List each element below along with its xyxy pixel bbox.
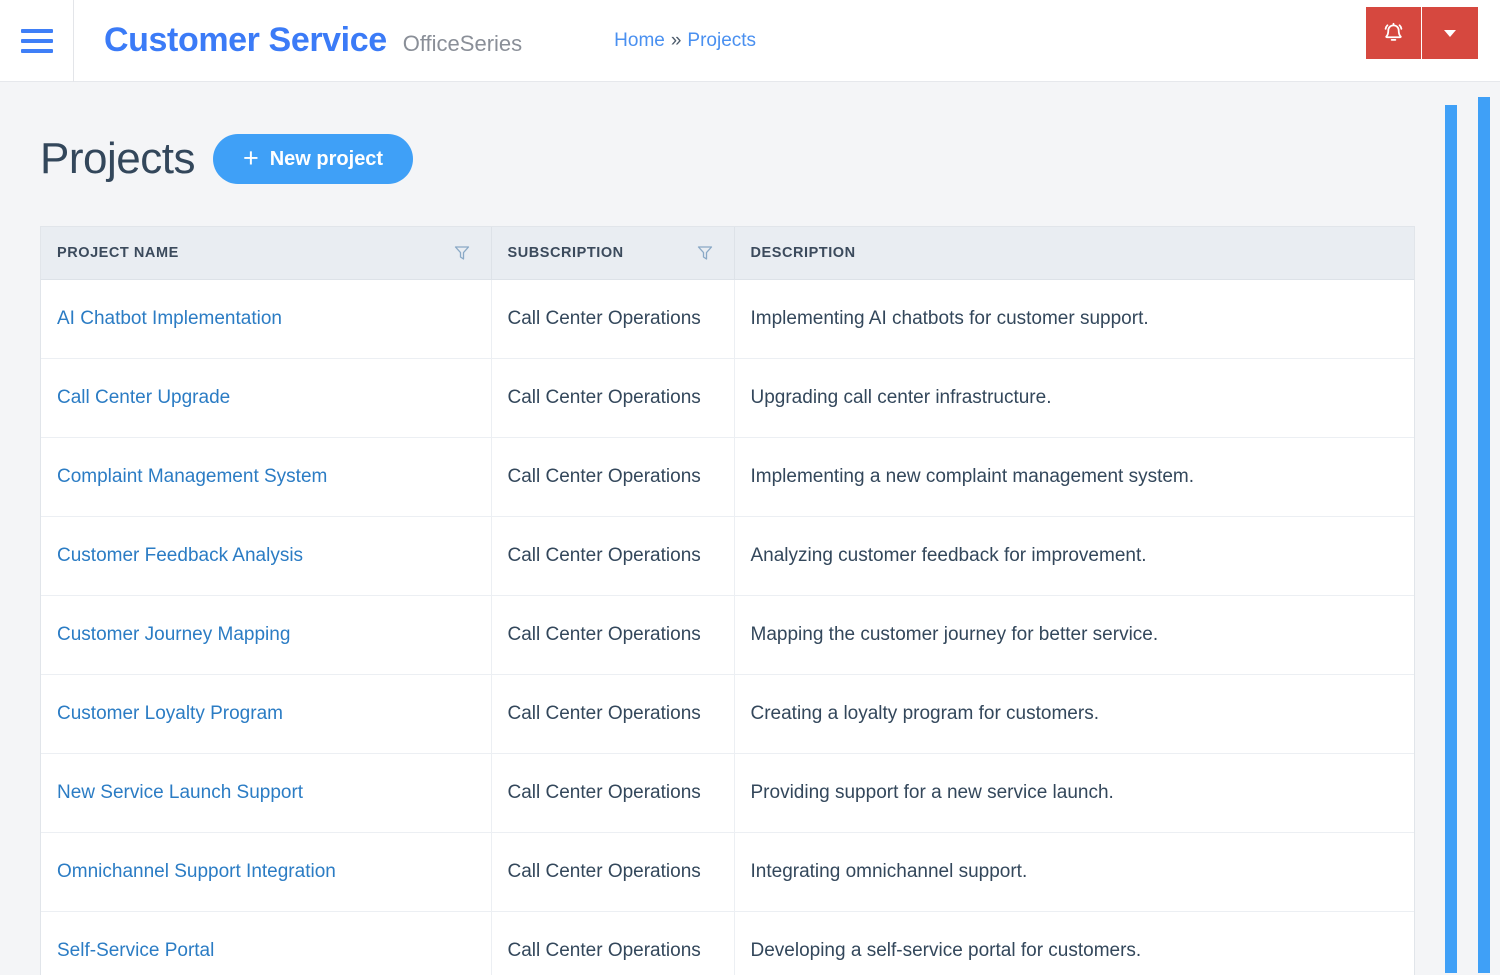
inner-content-scrollbar[interactable] bbox=[1445, 105, 1457, 973]
project-name-link[interactable]: Customer Journey Mapping bbox=[57, 624, 290, 645]
bell-icon bbox=[1381, 21, 1406, 46]
hamburger-menu-icon[interactable] bbox=[0, 0, 74, 82]
table-body: AI Chatbot Implementation Call Center Ope… bbox=[41, 279, 1414, 975]
cell-subscription: Call Center Operations bbox=[491, 358, 735, 438]
caret-down-icon bbox=[1440, 23, 1460, 43]
table-header: PROJECT NAME SUBSCRIPTION DESCRIPTION bbox=[41, 227, 1414, 280]
cell-description: Upgrading call center infrastructure. bbox=[734, 358, 1414, 438]
cell-description: Developing a self-service portal for cus… bbox=[750, 940, 1142, 962]
cell-subscription: Call Center Operations bbox=[491, 437, 735, 517]
page-content: Projects + New project PROJECT NAME SUBS… bbox=[0, 82, 1500, 975]
project-name-link[interactable]: Omnichannel Support Integration bbox=[57, 861, 336, 882]
filter-icon-project-name[interactable] bbox=[453, 244, 471, 262]
table-header-row: PROJECT NAME SUBSCRIPTION DESCRIPTION bbox=[41, 227, 1414, 280]
brand-title: Customer Service bbox=[104, 21, 387, 59]
project-name-link[interactable]: Customer Feedback Analysis bbox=[57, 545, 303, 566]
header-action-buttons bbox=[1366, 7, 1478, 59]
cell-subscription: Call Center Operations bbox=[491, 832, 735, 912]
cell-subscription: Call Center Operations bbox=[491, 911, 735, 975]
cell-description: Creating a loyalty program for customers… bbox=[734, 674, 1414, 754]
table-row: New Service Launch Support Call Center Op… bbox=[41, 753, 1414, 833]
cell-project-name: Self-Service Portal bbox=[41, 911, 492, 975]
hamburger-bar bbox=[20, 38, 53, 43]
cell-project-name: Complaint Management System bbox=[41, 437, 492, 517]
cell-description: Analyzing customer feedback for improvem… bbox=[734, 516, 1414, 596]
cell-description: Integrating omnichannel support. bbox=[734, 832, 1414, 912]
cell-project-name: Call Center Upgrade bbox=[41, 358, 492, 438]
breadcrumb-projects-link[interactable]: Projects bbox=[687, 30, 756, 52]
cell-project-name: AI Chatbot Implementation bbox=[41, 279, 492, 359]
project-name-link[interactable]: Complaint Management System bbox=[57, 466, 327, 487]
cell-description: Implementing AI chatbots for customer su… bbox=[734, 279, 1414, 359]
cell-subscription: Call Center Operations bbox=[491, 753, 735, 833]
column-header-subscription: SUBSCRIPTION bbox=[491, 227, 735, 280]
project-name-link[interactable]: Call Center Upgrade bbox=[57, 387, 230, 408]
table-row: Customer Journey Mapping Call Center Oper… bbox=[41, 595, 1414, 675]
plus-icon: + bbox=[242, 142, 259, 173]
cell-subscription: Call Center Operations bbox=[491, 595, 735, 675]
column-header-project-name: PROJECT NAME bbox=[41, 227, 492, 280]
table-row: Call Center Upgrade Call Center Operation… bbox=[41, 358, 1414, 438]
hamburger-bar bbox=[20, 48, 53, 53]
page-header: Projects + New project bbox=[40, 82, 1460, 184]
column-label: PROJECT NAME bbox=[57, 245, 179, 261]
breadcrumb-separator: » bbox=[670, 29, 682, 51]
table-row: Self-Service Portal Call Center Operation… bbox=[41, 911, 1414, 975]
new-project-label: New project bbox=[269, 147, 384, 170]
column-label: DESCRIPTION bbox=[750, 245, 856, 261]
table-row: Customer Loyalty Program Call Center Oper… bbox=[41, 674, 1414, 754]
cell-project-name: Customer Feedback Analysis bbox=[41, 516, 492, 596]
cell-project-name: Omnichannel Support Integration bbox=[41, 832, 492, 912]
cell-subscription: Call Center Operations bbox=[491, 279, 735, 359]
header-dropdown-button[interactable] bbox=[1422, 7, 1478, 59]
top-header-bar: Customer Service OfficeSeries Home » Pro… bbox=[0, 0, 1500, 82]
cell-description: Providing support for a new service laun… bbox=[734, 753, 1414, 833]
page-scrollbar[interactable] bbox=[1478, 97, 1490, 973]
projects-table: PROJECT NAME SUBSCRIPTION DESCRIPTION AI… bbox=[41, 227, 1414, 975]
cell-subscription: Call Center Operations bbox=[491, 516, 735, 596]
breadcrumb-home-link[interactable]: Home bbox=[614, 30, 665, 52]
project-name-link[interactable]: New Service Launch Support bbox=[57, 782, 303, 803]
new-project-button[interactable]: + New project bbox=[212, 134, 414, 184]
cell-project-name: Customer Loyalty Program bbox=[41, 674, 492, 754]
table-row: AI Chatbot Implementation Call Center Ope… bbox=[41, 279, 1414, 359]
cell-description: Implementing a new complaint management … bbox=[734, 437, 1414, 517]
brand-subtitle: OfficeSeries bbox=[402, 31, 523, 56]
table-row: Complaint Management System Call Center O… bbox=[41, 437, 1414, 517]
cell-description: Mapping the customer journey for better … bbox=[734, 595, 1414, 675]
column-label: SUBSCRIPTION bbox=[507, 245, 624, 261]
breadcrumb: Home » Projects bbox=[614, 30, 756, 52]
project-name-link[interactable]: Customer Loyalty Program bbox=[57, 703, 283, 724]
brand: Customer Service OfficeSeries bbox=[74, 21, 522, 60]
cell-subscription: Call Center Operations bbox=[491, 674, 735, 754]
project-name-link[interactable]: AI Chatbot Implementation bbox=[57, 308, 282, 329]
hamburger-bar bbox=[20, 28, 53, 33]
column-header-description: DESCRIPTION bbox=[734, 227, 1414, 280]
projects-table-container: PROJECT NAME SUBSCRIPTION DESCRIPTION AI… bbox=[40, 226, 1415, 975]
filter-icon-subscription[interactable] bbox=[696, 244, 714, 262]
cell-project-name: Customer Journey Mapping bbox=[41, 595, 492, 675]
cell-project-name: New Service Launch Support bbox=[41, 753, 492, 833]
notifications-button[interactable] bbox=[1366, 7, 1422, 59]
project-name-link[interactable]: Self-Service Portal bbox=[57, 940, 214, 961]
table-row: Customer Feedback Analysis Call Center Op… bbox=[41, 516, 1414, 596]
table-row: Omnichannel Support Integration Call Cent… bbox=[41, 832, 1414, 912]
page-title: Projects bbox=[40, 134, 195, 183]
